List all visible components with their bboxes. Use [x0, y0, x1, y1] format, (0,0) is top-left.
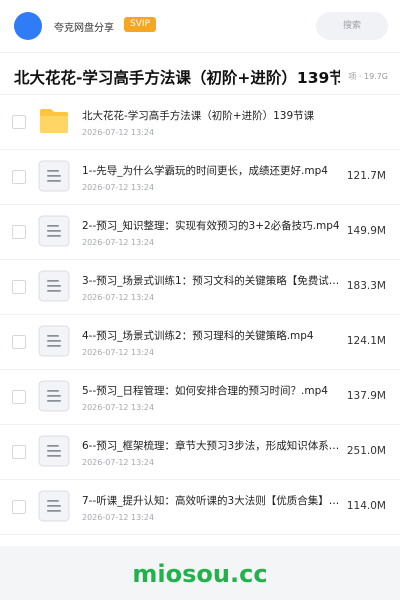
- document-icon: [38, 270, 70, 302]
- folder-header: 北大花花-学习高手方法课（初阶+进阶）139节课 项 · 19.7G: [0, 58, 400, 94]
- list-item[interactable]: 6--预习_框架梳理：章节大预习3步法，形成知识体系.mp4 2026-07-12…: [0, 425, 400, 480]
- document-icon: [38, 380, 70, 412]
- document-icon: [38, 160, 70, 192]
- file-date: 2026-07-12 13:24: [82, 238, 155, 247]
- row-checkbox[interactable]: [12, 170, 26, 184]
- row-checkbox[interactable]: [12, 445, 26, 459]
- file-date: 2026-07-12 13:24: [82, 293, 155, 302]
- row-checkbox[interactable]: [12, 225, 26, 239]
- list-item[interactable]: 5--预习_日程管理：如何安排合理的预习时间？.mp4 2026-07-12 13…: [0, 370, 400, 425]
- file-name[interactable]: 3--预习_场景式训练1：预习文科的关键策略【免费试看】.mp4: [82, 273, 340, 288]
- file-size: 124.1M: [346, 335, 386, 347]
- svip-badge[interactable]: SVIP: [124, 17, 156, 32]
- row-checkbox[interactable]: [12, 390, 26, 404]
- file-date: 2026-07-12 13:24: [82, 513, 155, 522]
- file-name[interactable]: 2--预习_知识整理：实现有效预习的3+2必备技巧.mp4: [82, 218, 340, 233]
- list-item[interactable]: 3--预习_场景式训练1：预习文科的关键策略【免费试看】.mp4 2026-07-…: [0, 260, 400, 315]
- page-title: 北大花花-学习高手方法课（初阶+进阶）139节课: [14, 69, 340, 87]
- folder-icon: [38, 105, 70, 137]
- file-size: 137.9M: [346, 390, 386, 402]
- file-name[interactable]: 6--预习_框架梳理：章节大预习3步法，形成知识体系.mp4: [82, 438, 340, 453]
- watermark-text: miosou.cc: [132, 560, 268, 588]
- document-icon: [38, 435, 70, 467]
- file-date: 2026-07-12 13:24: [82, 458, 155, 467]
- document-icon: [38, 325, 70, 357]
- document-icon: [38, 215, 70, 247]
- list-item[interactable]: 4--预习_场景式训练2：预习理科的关键策略.mp4 2026-07-12 13:…: [0, 315, 400, 370]
- file-date: 2026-07-12 13:24: [82, 348, 155, 357]
- file-size: 121.7M: [346, 170, 386, 182]
- row-checkbox[interactable]: [12, 115, 26, 129]
- file-name[interactable]: 7--听课_提升认知：高效听课的3大法则【优质合集】.mp4: [82, 493, 340, 508]
- row-checkbox[interactable]: [12, 500, 26, 514]
- file-size: 183.3M: [346, 280, 386, 292]
- file-name[interactable]: 1--先导_为什么学霸玩的时间更长，成绩还更好.mp4: [82, 163, 340, 178]
- top-bar: 夸克网盘分享 SVIP: [0, 0, 400, 53]
- file-size: 251.0M: [346, 445, 386, 457]
- file-date: 2026-07-12 13:24: [82, 403, 155, 412]
- file-date: 2026-07-12 13:24: [82, 128, 155, 137]
- list-item[interactable]: 北大花花-学习高手方法课（初阶+进阶）139节课 2026-07-12 13:24: [0, 94, 400, 150]
- file-date: 2026-07-12 13:24: [82, 183, 155, 192]
- search-input[interactable]: [316, 12, 388, 40]
- row-checkbox[interactable]: [12, 335, 26, 349]
- file-name[interactable]: 北大花花-学习高手方法课（初阶+进阶）139节课: [82, 108, 340, 123]
- list-item[interactable]: 2--预习_知识整理：实现有效预习的3+2必备技巧.mp4 2026-07-12 …: [0, 205, 400, 260]
- file-list: 北大花花-学习高手方法课（初阶+进阶）139节课 2026-07-12 13:24…: [0, 94, 400, 535]
- share-label: 夸克网盘分享: [54, 23, 114, 34]
- share-page: 夸克网盘分享 SVIP 北大花花-学习高手方法课（初阶+进阶）139节课 项 ·…: [0, 0, 400, 546]
- list-item[interactable]: 7--听课_提升认知：高效听课的3大法则【优质合集】.mp4 2026-07-12…: [0, 480, 400, 535]
- file-size: 149.9M: [346, 225, 386, 237]
- document-icon: [38, 490, 70, 522]
- file-size: 114.0M: [346, 500, 386, 512]
- avatar[interactable]: [14, 12, 42, 40]
- row-checkbox[interactable]: [12, 280, 26, 294]
- folder-meta: 项 · 19.7G: [348, 72, 388, 81]
- list-item[interactable]: 1--先导_为什么学霸玩的时间更长，成绩还更好.mp4 2026-07-12 13…: [0, 150, 400, 205]
- file-name[interactable]: 4--预习_场景式训练2：预习理科的关键策略.mp4: [82, 328, 340, 343]
- file-name[interactable]: 5--预习_日程管理：如何安排合理的预习时间？.mp4: [82, 383, 340, 398]
